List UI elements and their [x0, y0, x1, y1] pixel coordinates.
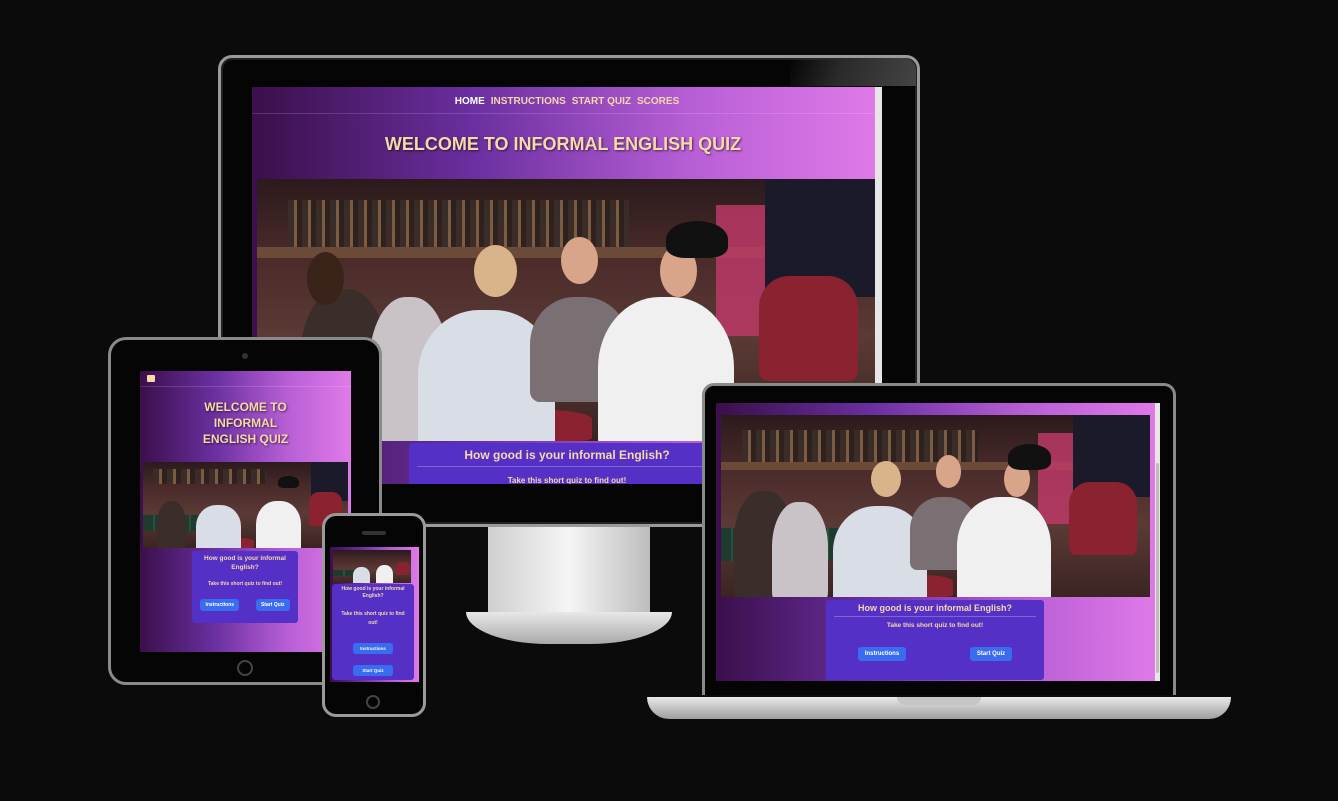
tablet-instructions-button[interactable]: Instructions — [200, 599, 240, 611]
phone-screen: How good is your informal English? Take … — [330, 547, 419, 682]
monitor-base — [466, 612, 672, 644]
monitor-stand — [488, 527, 650, 619]
page-title: WELCOME TO INFORMAL ENGLISH QUIZ — [384, 134, 742, 154]
laptop-start-quiz-button[interactable]: Start Quiz — [969, 647, 1013, 661]
tablet-hero-image — [143, 462, 348, 548]
nav-instructions-link[interactable]: INSTRUCTIONS — [491, 96, 566, 107]
tablet-start-quiz-button[interactable]: Start Quiz — [255, 599, 290, 611]
tablet-intro-subtitle: Take this short quiz to find out! — [207, 581, 283, 587]
tablet-screen: WELCOME TO INFORMAL ENGLISH QUIZ How goo… — [140, 371, 351, 652]
laptop-screen: How good is your informal English? Take … — [716, 403, 1160, 681]
phone-hero-image — [333, 550, 411, 583]
phone-speaker — [362, 531, 386, 535]
tablet-camera — [242, 353, 248, 359]
phone-intro-card: How good is your informal English? Take … — [332, 584, 414, 680]
laptop-intro-card: How good is your informal English? Take … — [826, 600, 1044, 680]
intro-card: How good is your informal English? Take … — [409, 443, 725, 484]
laptop-intro-question: How good is your informal English? — [857, 603, 1012, 613]
tablet-intro-card: How good is your informal English? Take … — [192, 551, 298, 623]
tablet-home-button — [237, 660, 253, 676]
tablet-page-title: WELCOME TO INFORMAL ENGLISH QUIZ — [202, 400, 289, 446]
intro-subtitle: Take this short quiz to find out! — [507, 476, 627, 484]
phone-intro-question: How good is your informal English? — [341, 586, 405, 599]
laptop-hero-image — [721, 415, 1150, 597]
main-nav: HOME INSTRUCTIONS START QUIZ SCORES — [252, 96, 882, 107]
phone-home-button — [366, 695, 380, 709]
hamburger-menu-icon[interactable] — [147, 375, 155, 382]
laptop-scrollbar[interactable] — [1155, 403, 1160, 681]
tablet-intro-question: How good is your informal English? — [204, 555, 286, 571]
phone-intro-subtitle: Take this short quiz to find out! — [341, 611, 405, 626]
nav-divider — [252, 113, 874, 114]
intro-question: How good is your informal English? — [464, 448, 670, 462]
nav-scores-link[interactable]: SCORES — [637, 96, 679, 107]
laptop-notch — [897, 697, 981, 705]
nav-start-quiz-link[interactable]: START QUIZ — [572, 96, 631, 107]
laptop-instructions-button[interactable]: Instructions — [857, 647, 907, 661]
monitor-glare — [790, 58, 916, 86]
nav-home-link[interactable]: HOME — [455, 96, 485, 107]
phone-instructions-button[interactable]: Instructions — [353, 643, 393, 654]
laptop-intro-subtitle: Take this short quiz to find out! — [886, 622, 984, 629]
phone-start-quiz-button[interactable]: Start Quiz — [353, 665, 393, 676]
